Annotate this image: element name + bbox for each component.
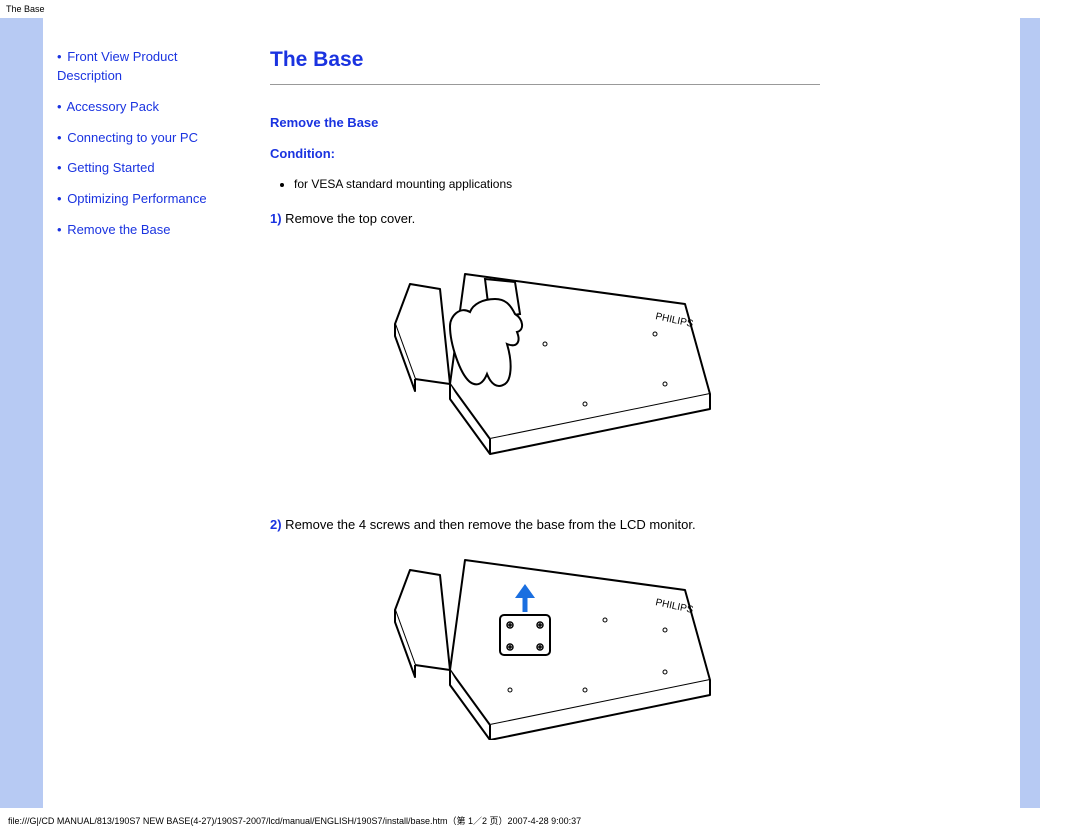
illustration-step2: PHILIPS [270, 550, 820, 743]
main-content: The Base Remove the Base Condition: for … [240, 18, 850, 763]
sidebar-item-getting-started[interactable]: • Getting Started [57, 159, 230, 190]
window-title: The Base [0, 0, 1080, 18]
remove-top-cover-illustration: PHILIPS [355, 244, 735, 474]
step-text: Remove the top cover. [282, 211, 416, 226]
step-number: 2) [270, 517, 282, 532]
footer-file-path: file:///G|/CD MANUAL/813/190S7 NEW BASE(… [0, 808, 1080, 833]
sidebar-item-front-view[interactable]: • Front View Product Description [57, 48, 230, 98]
bullet-icon: • [57, 191, 62, 206]
step-number: 1) [270, 211, 282, 226]
section-condition-heading: Condition: [270, 146, 820, 161]
bullet-icon: • [57, 99, 62, 114]
illustration-step1: PHILIPS [270, 244, 820, 477]
step-2: 2) Remove the 4 screws and then remove t… [270, 517, 820, 532]
left-accent-bar [0, 18, 43, 808]
condition-item: for VESA standard mounting applications [294, 177, 820, 191]
sidebar-item-remove-base[interactable]: • Remove the Base [57, 221, 230, 252]
sidebar-link[interactable]: Remove the Base [67, 222, 170, 237]
bullet-icon: • [57, 130, 62, 145]
remove-screws-illustration: PHILIPS [355, 550, 735, 740]
sidebar-link[interactable]: Getting Started [67, 160, 154, 175]
step-text: Remove the 4 screws and then remove the … [282, 517, 696, 532]
sidebar-item-connecting[interactable]: • Connecting to your PC [57, 129, 230, 160]
sidebar-link[interactable]: Connecting to your PC [67, 130, 198, 145]
bullet-icon: • [57, 222, 62, 237]
condition-list: for VESA standard mounting applications [294, 177, 820, 191]
sidebar-item-accessory-pack[interactable]: • Accessory Pack [57, 98, 230, 129]
bullet-icon: • [57, 49, 62, 64]
sidebar-link[interactable]: Accessory Pack [66, 99, 158, 114]
step-1: 1) Remove the top cover. [270, 211, 820, 226]
page-title: The Base [270, 48, 820, 72]
section-remove-base-heading: Remove the Base [270, 115, 820, 130]
sidebar-link[interactable]: Optimizing Performance [67, 191, 206, 206]
right-accent-bar [1020, 18, 1040, 808]
sidebar-nav: • Front View Product Description • Acces… [43, 18, 240, 262]
sidebar-item-optimizing[interactable]: • Optimizing Performance [57, 190, 230, 221]
sidebar-link[interactable]: Front View Product Description [57, 49, 178, 83]
page: • Front View Product Description • Acces… [0, 18, 1080, 808]
bullet-icon: • [57, 160, 62, 175]
divider [270, 84, 820, 85]
